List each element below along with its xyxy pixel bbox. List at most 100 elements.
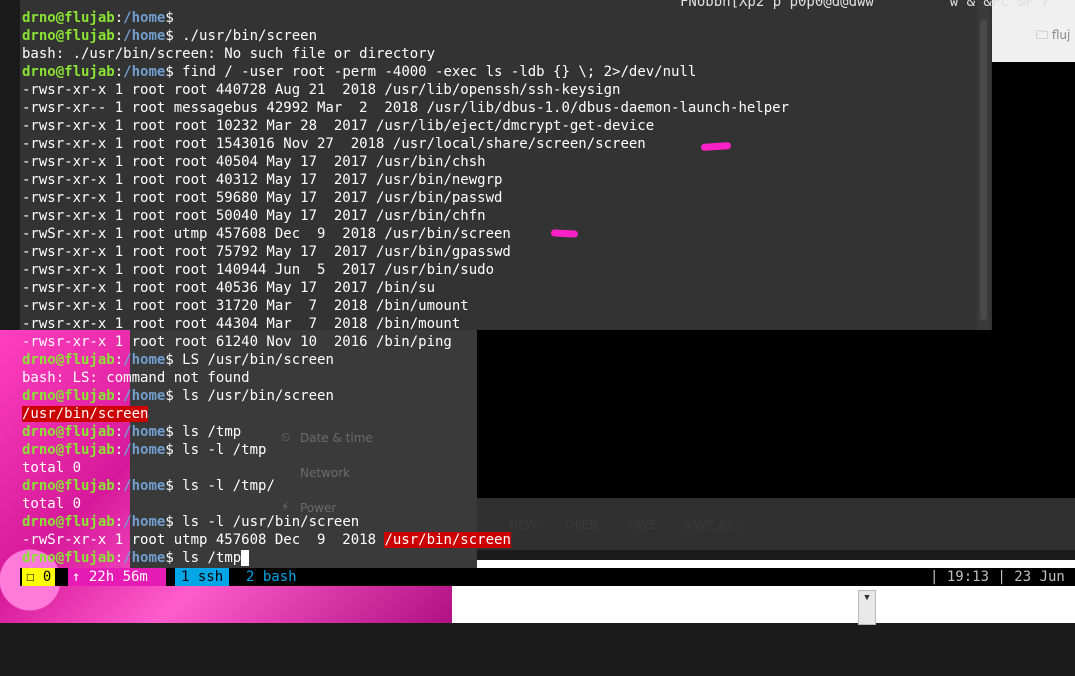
- terminal-text: :: [114, 28, 124, 44]
- terminal-line: -rwsr-xr-x 1 root root 40504 May 17 2017…: [22, 153, 789, 171]
- terminal-text: -rwsr-xr-x 1 root root 40504 May 17 2017…: [22, 154, 486, 170]
- terminal-line: drno@flujab:/home$ LS /usr/bin/screen: [22, 351, 789, 369]
- prompt-user: drno@flujab: [22, 424, 115, 440]
- terminal-text: $ ls /tmp: [165, 424, 242, 440]
- terminal-text: :: [114, 424, 124, 440]
- prompt-user: drno@flujab: [22, 550, 115, 566]
- prompt-path: /home: [123, 478, 166, 494]
- terminal-text: bash: LS: command not found: [22, 370, 250, 386]
- tmux-window-ssh[interactable]: 1 ssh: [175, 568, 230, 586]
- terminal-line: -rwsr-xr-x 1 root root 59680 May 17 2017…: [22, 189, 789, 207]
- prompt-path: /home: [123, 424, 166, 440]
- prompt-user: drno@flujab: [22, 514, 115, 530]
- terminal-line: total 0: [22, 495, 789, 513]
- terminal-scrollbar-thumb[interactable]: [980, 20, 987, 320]
- prompt-path: /home: [123, 28, 166, 44]
- prompt-path: /home: [123, 550, 166, 566]
- terminal-line: drno@flujab:/home$ ls /usr/bin/screen: [22, 387, 789, 405]
- terminal-text: -rwsr-xr-x 1 root root 31720 Mar 7 2018 …: [22, 298, 469, 314]
- terminal-text: :: [114, 64, 124, 80]
- terminal-line: drno@flujab:/home$ ls /tmp: [22, 549, 789, 567]
- terminal-text: -rwsr-xr-x 1 root root 440728 Aug 21 201…: [22, 82, 621, 98]
- prompt-user: drno@flujab: [22, 442, 115, 458]
- prompt-user: drno@flujab: [22, 388, 115, 404]
- terminal-text: :: [114, 550, 124, 566]
- terminal-text: $ ls /usr/bin/screen: [165, 388, 334, 404]
- prompt-path: /home: [123, 10, 166, 26]
- terminal-line: -rwsr-xr-x 1 root root 10232 Mar 28 2017…: [22, 117, 789, 135]
- prompt-user: drno@flujab: [22, 64, 115, 80]
- terminal-text: $ ls -l /usr/bin/screen: [165, 514, 360, 530]
- terminal-text: :: [114, 442, 124, 458]
- prompt-path: /home: [123, 64, 166, 80]
- prompt-user: drno@flujab: [22, 28, 115, 44]
- prompt-path: /home: [123, 514, 166, 530]
- terminal-line: drno@flujab:/home$: [22, 9, 789, 27]
- terminal-line: -rwsr-xr-x 1 root root 140944 Jun 5 2017…: [22, 261, 789, 279]
- scroll-down-icon[interactable]: ▼: [858, 590, 876, 625]
- terminal-line: drno@flujab:/home$ ls -l /tmp/: [22, 477, 789, 495]
- terminal-line: bash: LS: command not found: [22, 369, 789, 387]
- terminal-text: -rwsr-xr-x 1 root root 140944 Jun 5 2017…: [22, 262, 495, 278]
- highlighted-path: /usr/bin/screen: [22, 406, 149, 422]
- prompt-path: /home: [123, 388, 166, 404]
- terminal-text: -rwsr-xr-x 1 root root 10232 Mar 28 2017…: [22, 118, 655, 134]
- terminal-line: -rwsr-xr-x 1 root root 1543016 Nov 27 20…: [22, 135, 789, 153]
- terminal-text: -rwsr-xr-- 1 root messagebus 42992 Mar 2…: [22, 100, 790, 116]
- terminal-line: drno@flujab:/home$ ls -l /usr/bin/screen: [22, 513, 789, 531]
- terminal-line: drno@flujab:/home$ find / -user root -pe…: [22, 63, 789, 81]
- terminal-text: $ ls -l /tmp: [165, 442, 267, 458]
- terminal-line: -rwsr-xr-- 1 root messagebus 42992 Mar 2…: [22, 99, 789, 117]
- status-clock: | 19:13 | 23 Jun: [930, 569, 1065, 585]
- terminal-text: -rwsr-xr-x 1 root root 61240 Nov 10 2016…: [22, 334, 452, 350]
- terminal-text: :: [114, 514, 124, 530]
- terminal-line: bash: ./usr/bin/screen: No such file or …: [22, 45, 789, 63]
- terminal-text: $ ls -l /tmp/: [165, 478, 275, 494]
- terminal-line: -rwsr-xr-x 1 root root 61240 Nov 10 2016…: [22, 333, 789, 351]
- terminal-text: -rwsr-xr-x 1 root root 44304 Mar 7 2018 …: [22, 316, 461, 332]
- terminal-line: drno@flujab:/home$ ls -l /tmp: [22, 441, 789, 459]
- terminal-text: :: [114, 10, 124, 26]
- terminal-text: $ LS /usr/bin/screen: [165, 352, 334, 368]
- terminal-line: -rwSr-xr-x 1 root utmp 457608 Dec 9 2018…: [22, 531, 789, 549]
- terminal-cursor: [241, 550, 250, 566]
- annotation-mark: [550, 229, 579, 238]
- tmux-window-bash[interactable]: 2 bash: [246, 568, 297, 586]
- terminal-line: -rwsr-xr-x 1 root root 40536 May 17 2017…: [22, 279, 789, 297]
- terminal-line: -rwSr-xr-x 1 root utmp 457608 Dec 9 2018…: [22, 225, 789, 243]
- prompt-user: drno@flujab: [22, 10, 115, 26]
- terminal-text: $: [165, 10, 183, 26]
- terminal-text: -rwsr-xr-x 1 root root 75792 May 17 2017…: [22, 244, 511, 260]
- highlighted-path: /usr/bin/screen: [384, 532, 511, 548]
- tmux-status-bar: ☐ 0 ↑ 22h 56m 1 ssh 2 bash | 19:13 | 23 …: [20, 568, 1075, 586]
- prompt-user: drno@flujab: [22, 352, 115, 368]
- terminal-text: total 0: [22, 460, 82, 476]
- terminal-text: -rwsr-xr-x 1 root root 50040 May 17 2017…: [22, 208, 486, 224]
- terminal-text: :: [114, 352, 124, 368]
- terminal-output: drno@flujab:/home$ drno@flujab:/home$ ./…: [22, 9, 789, 567]
- background-window-tab[interactable]: 🗀 fluj: [1036, 26, 1070, 47]
- terminal-line: -rwsr-xr-x 1 root root 50040 May 17 2017…: [22, 207, 789, 225]
- terminal-line: /usr/bin/screen: [22, 405, 789, 423]
- terminal-text: -rwsr-xr-x 1 root root 1543016 Nov 27 20…: [22, 136, 646, 152]
- terminal-line: drno@flujab:/home$ ls /tmp: [22, 423, 789, 441]
- prompt-user: drno@flujab: [22, 478, 115, 494]
- terminal-line: total 0: [22, 459, 789, 477]
- terminal-text: $ ls /tmp: [165, 550, 242, 566]
- uptime-indicator: ↑ 22h 56m: [68, 568, 166, 586]
- terminal-text: -rwSr-xr-x 1 root utmp 457608 Dec 9 2018: [22, 532, 385, 548]
- prompt-path: /home: [123, 442, 166, 458]
- terminal-text: total 0: [22, 496, 82, 512]
- terminal-text: -rwsr-xr-x 1 root root 40536 May 17 2017…: [22, 280, 436, 296]
- terminal-line: drno@flujab:/home$ ./usr/bin/screen: [22, 27, 789, 45]
- terminal-line: -rwsr-xr-x 1 root root 44304 Mar 7 2018 …: [22, 315, 789, 333]
- terminal-text: -rwsr-xr-x 1 root root 40312 May 17 2017…: [22, 172, 503, 188]
- terminal-line: -rwsr-xr-x 1 root root 31720 Mar 7 2018 …: [22, 297, 789, 315]
- terminal-text: :: [114, 478, 124, 494]
- terminal-line: -rwsr-xr-x 1 root root 75792 May 17 2017…: [22, 243, 789, 261]
- terminal-text: $ find / -user root -perm -4000 -exec ls…: [165, 64, 697, 80]
- terminal-line: -rwsr-xr-x 1 root root 40312 May 17 2017…: [22, 171, 789, 189]
- prompt-path: /home: [123, 352, 166, 368]
- terminal-text: :: [114, 388, 124, 404]
- tmux-window-0[interactable]: ☐ 0: [22, 568, 56, 586]
